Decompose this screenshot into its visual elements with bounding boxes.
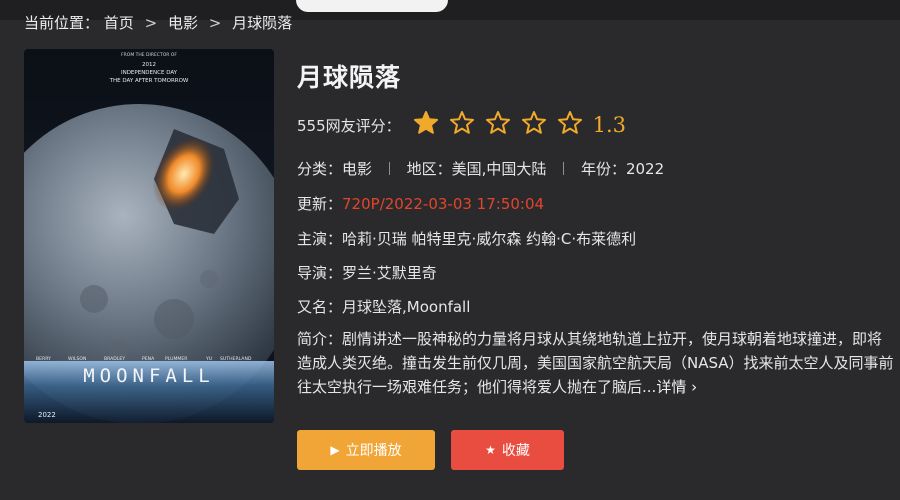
cast-line: 主演：哈莉·贝瑞 帕特里克·威尔森 约翰·C·布莱德利 <box>297 228 636 249</box>
play-icon: ▶ <box>330 443 340 457</box>
alias-value: 月球坠落,Moonfall <box>342 298 471 316</box>
rating-score: 1.3 <box>592 113 627 137</box>
poster-artwork: FROM THE DIRECTOR OF 2012 INDEPENDENCE D… <box>24 49 274 423</box>
rating-label: 555网友评分： <box>297 116 401 135</box>
rating-row: 555网友评分： 1.3 <box>297 109 626 141</box>
summary-label: 简介： <box>297 330 343 348</box>
breadcrumb-separator: > <box>144 14 158 32</box>
divider <box>388 162 390 175</box>
poster-cast-name: BERRY <box>36 356 51 362</box>
breadcrumb-prefix: 当前位置： <box>24 14 100 32</box>
alias-line: 又名：月球坠落,Moonfall <box>297 296 470 317</box>
breadcrumb-home[interactable]: 首页 <box>104 14 134 32</box>
top-search-tab[interactable] <box>296 0 448 12</box>
rating-stars[interactable] <box>413 110 593 140</box>
director-value[interactable]: 罗兰·艾默里奇 <box>342 264 437 282</box>
summary-text: 剧情讲述一股神秘的力量将月球从其绕地轨道上拉开，使月球朝着地球撞进，即将造成人类… <box>297 330 894 396</box>
divider <box>563 162 565 175</box>
poster-cast-name: YU <box>205 356 212 362</box>
poster-logo: MOONFALL <box>83 365 215 387</box>
star-outline-icon[interactable] <box>557 110 583 136</box>
breadcrumb-current[interactable]: 月球陨落 <box>232 14 292 32</box>
alias-label: 又名： <box>297 298 343 316</box>
year-value[interactable]: 2022 <box>626 160 664 178</box>
poster-cast-name: WILSON <box>68 356 86 362</box>
update-line: 更新：720P/2022-03-03 17:50:04 <box>297 193 544 214</box>
poster-cast-name: PENA <box>142 356 155 362</box>
director-line: 导演：罗兰·艾默里奇 <box>297 262 437 283</box>
play-button[interactable]: ▶ 立即播放 <box>297 430 435 470</box>
poster-film-1: 2012 <box>142 62 156 68</box>
region-label: 地区： <box>406 160 452 178</box>
meta-line: 分类：电影 地区：美国,中国大陆 年份：2022 <box>297 158 664 179</box>
star-icon: ★ <box>485 443 496 457</box>
star-outline-icon[interactable] <box>449 110 475 136</box>
year-label: 年份： <box>580 160 626 178</box>
director-label: 导演： <box>297 264 343 282</box>
cast-label: 主演： <box>297 230 343 248</box>
poster-director-line: FROM THE DIRECTOR OF <box>121 52 177 58</box>
poster-film-3: THE DAY AFTER TOMORROW <box>109 78 189 84</box>
summary: 简介：剧情讲述一股神秘的力量将月球从其绕地轨道上拉开，使月球朝着地球撞进，即将造… <box>297 327 897 399</box>
summary-more-link[interactable]: 详情 › <box>656 378 697 396</box>
star-outline-icon[interactable] <box>485 110 511 136</box>
movie-title: 月球陨落 <box>297 63 402 92</box>
star-outline-icon[interactable] <box>521 110 547 136</box>
poster-film-2: INDEPENDENCE DAY <box>121 70 178 76</box>
breadcrumb: 当前位置： 首页 > 电影 > 月球陨落 <box>24 12 292 33</box>
favorite-button[interactable]: ★ 收藏 <box>451 430 564 470</box>
poster-cast-name: PLUMMER <box>165 356 188 362</box>
breadcrumb-separator: > <box>208 14 222 32</box>
poster-cast-name: SUTHERLAND <box>220 356 252 362</box>
region-value[interactable]: 美国,中国大陆 <box>452 160 547 178</box>
update-value: 720P/2022-03-03 17:50:04 <box>342 195 545 213</box>
update-label: 更新： <box>297 195 343 213</box>
star-filled-icon[interactable] <box>413 110 439 136</box>
movie-poster[interactable]: FROM THE DIRECTOR OF 2012 INDEPENDENCE D… <box>24 49 274 423</box>
poster-cast-name: BRADLEY <box>104 356 125 362</box>
breadcrumb-movies[interactable]: 电影 <box>168 14 198 32</box>
poster-year: 2022 <box>38 411 56 419</box>
category-value[interactable]: 电影 <box>342 160 372 178</box>
favorite-button-label: 收藏 <box>501 443 530 459</box>
play-button-label: 立即播放 <box>345 443 402 459</box>
category-label: 分类： <box>297 160 343 178</box>
cast-value[interactable]: 哈莉·贝瑞 帕特里克·威尔森 约翰·C·布莱德利 <box>342 230 636 248</box>
